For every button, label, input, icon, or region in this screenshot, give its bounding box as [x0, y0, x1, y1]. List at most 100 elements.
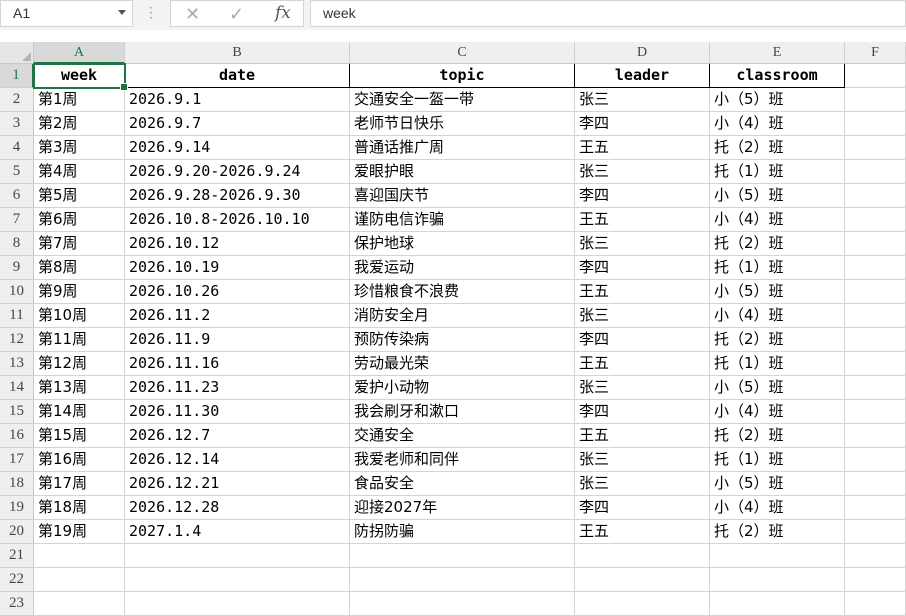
table-cell[interactable]: 李四 — [575, 328, 710, 352]
table-cell[interactable]: 王五 — [575, 136, 710, 160]
row-header-11[interactable]: 11 — [0, 304, 34, 328]
table-cell[interactable]: 小（5）班 — [710, 376, 845, 400]
table-cell[interactable]: 第2周 — [34, 112, 125, 136]
table-cell[interactable]: 托（2）班 — [710, 136, 845, 160]
cell[interactable] — [845, 592, 906, 616]
table-cell[interactable]: 老师节日快乐 — [350, 112, 575, 136]
table-cell[interactable]: 托（2）班 — [710, 232, 845, 256]
table-cell[interactable]: 交通安全 — [350, 424, 575, 448]
column-header-d[interactable]: D — [575, 42, 710, 64]
table-cell[interactable]: 2026.9.1 — [125, 88, 350, 112]
cell[interactable] — [575, 568, 710, 592]
table-cell[interactable]: 我爱运动 — [350, 256, 575, 280]
table-cell[interactable]: 2026.11.2 — [125, 304, 350, 328]
name-box[interactable]: A1 — [0, 0, 133, 27]
table-cell[interactable]: 李四 — [575, 496, 710, 520]
table-cell[interactable]: 李四 — [575, 112, 710, 136]
cell[interactable] — [845, 88, 906, 112]
cell[interactable] — [845, 184, 906, 208]
cell[interactable] — [845, 136, 906, 160]
table-cell[interactable]: 第12周 — [34, 352, 125, 376]
table-cell[interactable]: 张三 — [575, 376, 710, 400]
row-header-3[interactable]: 3 — [0, 112, 34, 136]
table-cell[interactable]: 第1周 — [34, 88, 125, 112]
table-cell[interactable]: 王五 — [575, 208, 710, 232]
row-header-16[interactable]: 16 — [0, 424, 34, 448]
table-cell[interactable]: 我会刷牙和漱口 — [350, 400, 575, 424]
table-cell[interactable]: 小（5）班 — [710, 472, 845, 496]
table-cell[interactable]: 2026.11.30 — [125, 400, 350, 424]
column-header-f[interactable]: F — [845, 42, 906, 64]
table-cell[interactable]: 2026.12.28 — [125, 496, 350, 520]
cell[interactable] — [710, 568, 845, 592]
table-cell[interactable]: 2026.10.8-2026.10.10 — [125, 208, 350, 232]
table-cell[interactable]: 2026.12.21 — [125, 472, 350, 496]
row-header-18[interactable]: 18 — [0, 472, 34, 496]
row-header-6[interactable]: 6 — [0, 184, 34, 208]
table-cell[interactable]: 张三 — [575, 448, 710, 472]
cell[interactable] — [845, 496, 906, 520]
table-cell[interactable]: 王五 — [575, 520, 710, 544]
table-cell[interactable]: 托（1）班 — [710, 160, 845, 184]
table-cell[interactable]: 李四 — [575, 184, 710, 208]
cell[interactable] — [34, 568, 125, 592]
table-cell[interactable]: 2026.9.20-2026.9.24 — [125, 160, 350, 184]
table-cell[interactable]: 张三 — [575, 232, 710, 256]
table-cell[interactable]: 我爱老师和同伴 — [350, 448, 575, 472]
table-cell[interactable]: 2026.10.12 — [125, 232, 350, 256]
cell[interactable] — [845, 424, 906, 448]
table-cell[interactable]: 张三 — [575, 160, 710, 184]
table-cell[interactable]: 2026.12.14 — [125, 448, 350, 472]
header-cell[interactable]: topic — [350, 64, 575, 88]
cell[interactable] — [845, 160, 906, 184]
row-header-20[interactable]: 20 — [0, 520, 34, 544]
row-header-1[interactable]: 1 — [0, 64, 34, 88]
cell[interactable] — [350, 568, 575, 592]
cell[interactable] — [845, 520, 906, 544]
table-cell[interactable]: 2026.11.9 — [125, 328, 350, 352]
table-cell[interactable]: 小（5）班 — [710, 280, 845, 304]
function-icon[interactable]: fx — [275, 3, 291, 23]
cell[interactable] — [845, 64, 906, 88]
table-cell[interactable]: 李四 — [575, 400, 710, 424]
cell[interactable] — [575, 592, 710, 616]
select-all-button[interactable] — [0, 42, 34, 64]
table-cell[interactable]: 托（1）班 — [710, 352, 845, 376]
column-header-a[interactable]: A — [34, 42, 125, 64]
table-cell[interactable]: 小（4）班 — [710, 304, 845, 328]
table-cell[interactable]: 第19周 — [34, 520, 125, 544]
cell[interactable] — [125, 592, 350, 616]
cell[interactable] — [845, 376, 906, 400]
table-cell[interactable]: 托（1）班 — [710, 256, 845, 280]
cell[interactable] — [845, 544, 906, 568]
table-cell[interactable]: 2026.10.26 — [125, 280, 350, 304]
cell[interactable] — [845, 256, 906, 280]
table-cell[interactable]: 2026.10.19 — [125, 256, 350, 280]
table-cell[interactable]: 迎接2027年 — [350, 496, 575, 520]
table-cell[interactable]: 劳动最光荣 — [350, 352, 575, 376]
table-cell[interactable]: 2027.1.4 — [125, 520, 350, 544]
table-cell[interactable]: 爱眼护眼 — [350, 160, 575, 184]
header-cell[interactable]: date — [125, 64, 350, 88]
row-header-13[interactable]: 13 — [0, 352, 34, 376]
column-header-b[interactable]: B — [125, 42, 350, 64]
cell[interactable] — [845, 352, 906, 376]
row-header-12[interactable]: 12 — [0, 328, 34, 352]
table-cell[interactable]: 王五 — [575, 352, 710, 376]
cell[interactable] — [845, 112, 906, 136]
table-cell[interactable]: 第9周 — [34, 280, 125, 304]
row-header-23[interactable]: 23 — [0, 592, 34, 616]
cell[interactable] — [350, 544, 575, 568]
table-cell[interactable]: 张三 — [575, 304, 710, 328]
table-cell[interactable]: 小（5）班 — [710, 88, 845, 112]
cell[interactable] — [845, 400, 906, 424]
header-cell[interactable]: classroom — [710, 64, 845, 88]
table-cell[interactable]: 张三 — [575, 472, 710, 496]
cell[interactable] — [350, 592, 575, 616]
table-cell[interactable]: 托（1）班 — [710, 448, 845, 472]
table-cell[interactable]: 第18周 — [34, 496, 125, 520]
column-header-c[interactable]: C — [350, 42, 575, 64]
cell[interactable] — [710, 592, 845, 616]
cell[interactable] — [125, 544, 350, 568]
table-cell[interactable]: 2026.12.7 — [125, 424, 350, 448]
